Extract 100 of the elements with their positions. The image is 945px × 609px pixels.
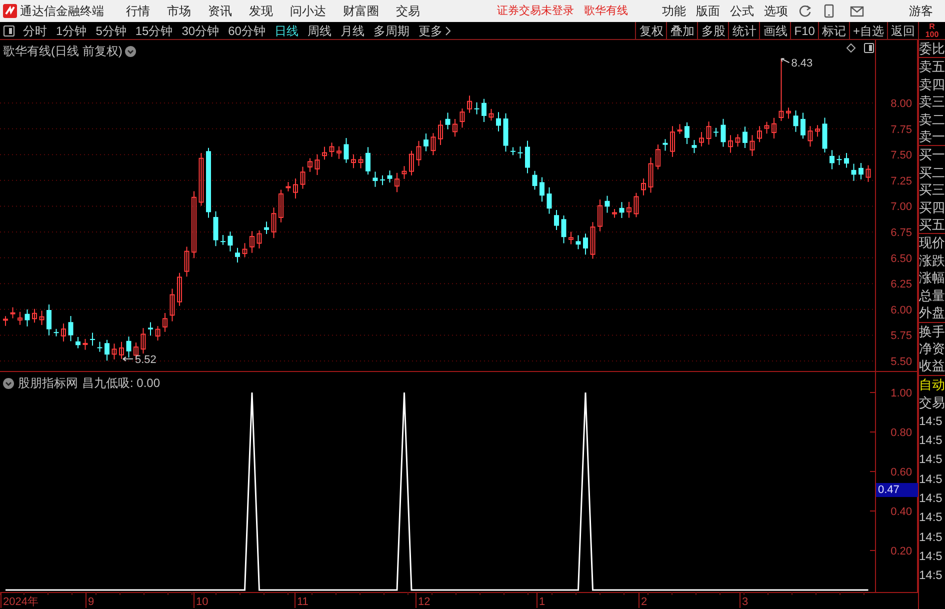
period-tab[interactable]: 1分钟: [56, 22, 87, 40]
app-title: 通达信金融终端: [20, 3, 104, 20]
user-label[interactable]: 游客: [909, 2, 933, 20]
notice-text: 歌华有线: [584, 4, 628, 19]
chart-tool-button[interactable]: 画线: [759, 22, 790, 40]
date-axis-label: 2: [641, 596, 648, 608]
quote-label: 收益: [919, 357, 945, 375]
menu-item[interactable]: 财富圈: [343, 2, 379, 20]
period-tab[interactable]: 分时: [23, 22, 47, 40]
price-axis-label: 6.75: [890, 227, 912, 239]
price-axis-label: 7.50: [890, 150, 912, 162]
price-axis-label: 6.00: [890, 304, 912, 316]
chart-title: 歌华有线(日线 前复权): [3, 43, 122, 60]
chart-tool-button[interactable]: 叠加: [666, 22, 698, 40]
corner-label: 100: [924, 30, 940, 38]
phone-icon[interactable]: [824, 4, 834, 18]
price-axis-label: 8.00: [890, 98, 912, 110]
date-axis-label: 3: [742, 596, 748, 608]
notice-text: 证券交易未登录: [497, 4, 574, 19]
quote-label: 外盘: [919, 304, 945, 322]
quote-label: 卖四: [919, 76, 945, 94]
toolbar-menu-item[interactable]: 公式: [730, 2, 754, 20]
mode-tab[interactable]: 交易: [919, 394, 945, 412]
trade-time: 14:5: [919, 567, 944, 584]
chevron-down-icon[interactable]: [125, 46, 136, 56]
indicator-axis-label: 1.00: [890, 388, 912, 400]
chart-tool-button[interactable]: +自选: [848, 22, 887, 40]
quote-label: 买三: [919, 181, 945, 199]
quote-label: 卖三: [919, 93, 945, 111]
quote-label: 卖五: [919, 58, 945, 76]
quote-label: 买一: [919, 146, 945, 164]
logo-icon: [3, 4, 17, 18]
trade-time: 14:5: [919, 451, 944, 468]
chart-tool-button[interactable]: 统计: [728, 22, 760, 40]
menu-item[interactable]: 交易: [396, 2, 420, 20]
quote-label: 卖一: [919, 128, 945, 146]
chevron-icon: [445, 26, 452, 36]
menu-item[interactable]: 市场: [167, 2, 191, 20]
chart-tool-button[interactable]: 多股: [697, 22, 728, 40]
quote-label: 卖二: [919, 110, 945, 128]
quote-label: 现价: [919, 234, 945, 252]
price-axis-label: 7.75: [890, 124, 912, 136]
chart-tool-button[interactable]: F10: [790, 22, 818, 40]
period-tab[interactable]: 15分钟: [135, 22, 173, 40]
price-axis-label: 7.25: [890, 175, 912, 188]
mail-icon[interactable]: [850, 5, 864, 17]
trade-time: 14:5: [919, 470, 944, 488]
date-axis-label: 9: [88, 596, 94, 608]
chevron-down-icon[interactable]: [3, 378, 14, 388]
chart-tool-button[interactable]: 复权: [635, 22, 666, 40]
chart-tool-button[interactable]: 返回: [887, 22, 918, 40]
mode-tab[interactable]: 自动: [919, 376, 945, 394]
corner-label: R: [928, 22, 936, 30]
period-tab[interactable]: 60分钟: [228, 22, 266, 40]
quote-label: 买四: [919, 198, 945, 216]
indicator-source: 股朋指标网: [18, 375, 78, 392]
date-axis-label: 1: [539, 596, 546, 608]
leader-line: [780, 58, 790, 64]
price-axis-label: 5.75: [890, 330, 912, 342]
date-axis-label: 2024年: [3, 596, 38, 608]
toolbar-menu-item[interactable]: 选项: [764, 2, 788, 20]
leader-line: [122, 356, 134, 362]
panel-icon[interactable]: [864, 43, 874, 53]
menu-item[interactable]: 行情: [126, 2, 150, 20]
quote-label: 委比: [919, 40, 945, 58]
high-price-label: 8.43: [791, 58, 813, 70]
price-axis-label: 6.50: [890, 252, 912, 265]
menu-item[interactable]: 资讯: [208, 2, 232, 20]
quote-label: 买二: [919, 164, 945, 182]
date-axis-label: 10: [196, 596, 208, 608]
diamond-icon[interactable]: [846, 43, 856, 53]
refresh-icon[interactable]: [798, 4, 812, 18]
period-tab[interactable]: 多周期: [373, 22, 410, 40]
trade-time: 14:5: [919, 548, 944, 565]
more-tab[interactable]: 更多: [418, 22, 452, 40]
quote-label: 涨幅: [919, 269, 945, 287]
trade-time: 14:5: [919, 528, 944, 546]
price-axis-label: 5.50: [890, 356, 912, 368]
period-tab[interactable]: 日线: [274, 22, 298, 40]
trade-time: 14:5: [919, 432, 944, 450]
toolbar-menu-item[interactable]: 版面: [696, 2, 720, 20]
menu-item[interactable]: 问小达: [290, 2, 326, 20]
menu-item[interactable]: 发现: [249, 2, 273, 20]
chart-tool-button[interactable]: 标记: [818, 22, 849, 40]
indicator-axis-label: 0.20: [890, 546, 912, 558]
panel-toggle-icon[interactable]: [3, 24, 15, 36]
price-axis-label: 6.25: [890, 278, 912, 291]
quote-label: 总量: [919, 286, 945, 304]
period-tab[interactable]: 月线: [340, 22, 364, 40]
period-tab[interactable]: 周线: [307, 22, 332, 40]
date-axis-label: 11: [297, 596, 308, 608]
period-tab[interactable]: 5分钟: [96, 22, 126, 40]
trade-time: 14:5: [919, 412, 944, 430]
period-tab[interactable]: 30分钟: [182, 22, 220, 40]
indicator-axis-label: 0.60: [890, 466, 912, 478]
date-axis-label: 12: [418, 596, 430, 608]
quote-label: 买五: [919, 216, 945, 234]
toolbar-menu-item[interactable]: 功能: [662, 2, 686, 20]
quote-label: 涨跌: [919, 252, 945, 270]
cursor-value-label: 0.47: [876, 483, 918, 497]
